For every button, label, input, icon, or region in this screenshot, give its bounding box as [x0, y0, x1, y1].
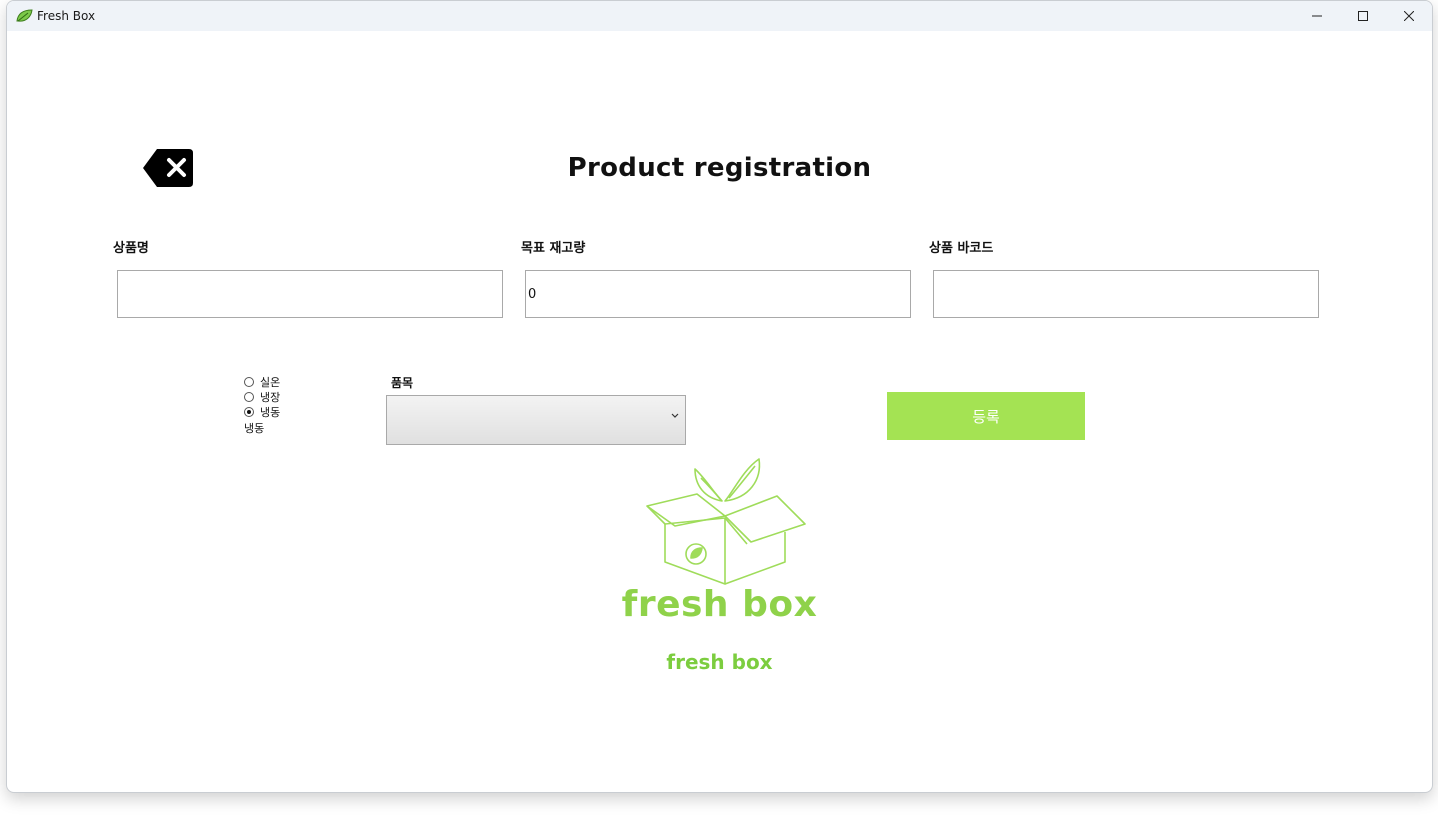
- radio-button[interactable]: [244, 376, 254, 387]
- category-label: 품목: [391, 376, 414, 390]
- category-select[interactable]: [386, 395, 686, 445]
- target-stock-input[interactable]: [525, 270, 911, 318]
- product-name-input[interactable]: [117, 270, 503, 318]
- logo-wordmark: fresh box: [621, 584, 818, 625]
- minimize-button[interactable]: [1294, 1, 1340, 31]
- storage-current-label: 냉동: [244, 422, 265, 435]
- leaf-icon: [16, 9, 33, 22]
- title-bar[interactable]: Fresh Box: [7, 1, 1432, 31]
- page-title: Product registration: [567, 153, 872, 183]
- maximize-button[interactable]: [1340, 1, 1386, 31]
- window-title: Fresh Box: [37, 9, 96, 23]
- storage-radio-group: 실온 냉장 냉동 냉동: [244, 374, 280, 436]
- radio-label: 실온: [260, 375, 281, 389]
- radio-button-selected[interactable]: [244, 406, 254, 417]
- close-icon: [1404, 11, 1414, 21]
- target-stock-label: 목표 재고량: [521, 241, 586, 256]
- radio-button[interactable]: [244, 391, 254, 402]
- radio-label: 냉장: [260, 390, 281, 404]
- chevron-down-icon: [671, 413, 679, 418]
- close-button[interactable]: [1386, 1, 1432, 31]
- radio-frozen[interactable]: 냉동: [244, 404, 280, 419]
- app-window: Fresh Box Product registration 상품명 목표 재고…: [6, 0, 1433, 793]
- radio-refrigerated[interactable]: 냉장: [244, 389, 280, 404]
- register-button[interactable]: 등록: [887, 392, 1085, 440]
- barcode-input[interactable]: [933, 270, 1319, 318]
- barcode-label: 상품 바코드: [929, 241, 994, 256]
- logo-subtitle: fresh box: [666, 650, 773, 674]
- radio-room-temp[interactable]: 실온: [244, 374, 280, 389]
- product-name-label: 상품명: [113, 241, 149, 256]
- radio-label: 냉동: [260, 405, 281, 419]
- minimize-icon: [1312, 15, 1322, 17]
- maximize-icon: [1358, 11, 1368, 21]
